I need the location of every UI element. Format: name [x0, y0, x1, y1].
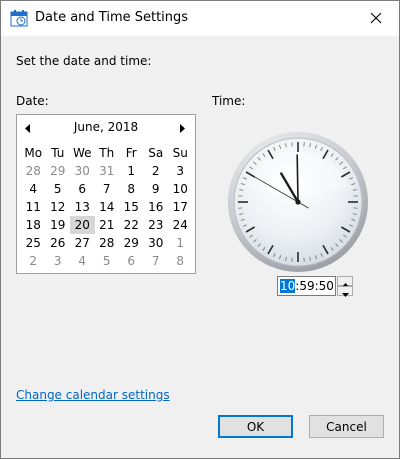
calendar-day[interactable]: 21	[95, 216, 120, 234]
calendar-day[interactable]: 18	[21, 216, 46, 234]
calendar-day[interactable]: 30	[144, 234, 169, 252]
close-button[interactable]	[353, 1, 399, 36]
time-hour-segment[interactable]: 10	[280, 279, 296, 293]
triangle-right-icon	[178, 118, 186, 137]
weekday-header: Tu	[51, 146, 65, 160]
time-label: Time:	[212, 94, 246, 108]
calendar-day[interactable]: 7	[95, 180, 120, 198]
window-title: Date and Time Settings	[35, 10, 189, 25]
clock-minute-hand	[296, 154, 299, 203]
weekday-header: Fr	[125, 146, 137, 160]
analog-clock	[228, 132, 368, 272]
title-bar: Date and Time Settings	[1, 1, 399, 36]
change-calendar-settings-link[interactable]: Change calendar settings	[16, 388, 170, 402]
calendar-day[interactable]: 6	[119, 252, 144, 270]
calendar-day[interactable]: 22	[119, 216, 144, 234]
calendar-day[interactable]: 4	[70, 252, 95, 270]
calendar-day[interactable]: 10	[168, 180, 193, 198]
spin-down-arrow-icon	[341, 282, 349, 301]
calendar-day[interactable]: 4	[21, 180, 46, 198]
calendar-day[interactable]: 27	[70, 234, 95, 252]
cancel-button[interactable]: Cancel	[309, 415, 384, 438]
ok-button[interactable]: OK	[218, 415, 293, 438]
calendar-day[interactable]: 24	[168, 216, 193, 234]
calendar-day[interactable]: 17	[168, 198, 193, 216]
date-time-settings-dialog: Date and Time Settings Set the date and …	[0, 0, 400, 459]
time-spinner	[337, 276, 353, 297]
close-icon	[370, 9, 382, 28]
calendar-day[interactable]: 16	[144, 198, 169, 216]
clock-center-pin	[295, 199, 301, 205]
calendar: June, 2018 Mo Tu We Th Fr Sa Su 28 29 30 31 1 2 3 4 5 6 7…	[16, 114, 196, 274]
calendar-day[interactable]: 3	[46, 252, 71, 270]
calendar-day[interactable]: 9	[144, 180, 169, 198]
calendar-day[interactable]: 31	[95, 162, 120, 180]
dialog-heading: Set the date and time:	[16, 54, 152, 68]
time-rest-segment[interactable]: :59:50	[295, 279, 334, 293]
calendar-day[interactable]: 11	[21, 198, 46, 216]
calendar-day[interactable]: 12	[46, 198, 71, 216]
calendar-month-label[interactable]: June, 2018	[37, 120, 175, 134]
calendar-day[interactable]: 23	[144, 216, 169, 234]
date-time-settings-icon	[10, 9, 28, 27]
next-month-button[interactable]	[175, 120, 189, 134]
calendar-day[interactable]: 29	[119, 234, 144, 252]
weekday-header: Su	[172, 146, 188, 160]
weekday-header: Mo	[24, 146, 43, 160]
calendar-day[interactable]: 3	[168, 162, 193, 180]
previous-month-button[interactable]	[21, 120, 35, 134]
weekday-header: Sa	[148, 146, 164, 160]
calendar-day[interactable]: 29	[46, 162, 71, 180]
dialog-content: Set the date and time: Date: Time: June,…	[1, 36, 399, 458]
time-input[interactable]: 10:59:50	[277, 276, 336, 296]
time-decrement-button[interactable]	[337, 286, 353, 297]
calendar-grid: Mo Tu We Th Fr Sa Su 28 29 30 31 1 2 3 4 5 6 7 8 9 10 11 12 13 1…	[21, 144, 193, 270]
weekday-header: Th	[99, 146, 115, 160]
calendar-day[interactable]: 7	[144, 252, 169, 270]
calendar-day[interactable]: 15	[119, 198, 144, 216]
calendar-day[interactable]: 28	[21, 162, 46, 180]
calendar-day[interactable]: 30	[70, 162, 95, 180]
calendar-day[interactable]: 14	[95, 198, 120, 216]
calendar-day[interactable]: 8	[168, 252, 193, 270]
calendar-day-selected[interactable]: 20	[70, 216, 95, 234]
calendar-day[interactable]: 6	[70, 180, 95, 198]
calendar-day[interactable]: 13	[70, 198, 95, 216]
calendar-day[interactable]: 5	[95, 252, 120, 270]
calendar-day[interactable]: 1	[119, 162, 144, 180]
calendar-day[interactable]: 28	[95, 234, 120, 252]
calendar-day[interactable]: 19	[46, 216, 71, 234]
calendar-day[interactable]: 2	[144, 162, 169, 180]
weekday-header: We	[72, 146, 92, 160]
triangle-left-icon	[24, 118, 32, 137]
calendar-day[interactable]: 5	[46, 180, 71, 198]
calendar-day[interactable]: 8	[119, 180, 144, 198]
calendar-day[interactable]: 25	[21, 234, 46, 252]
calendar-header: June, 2018	[17, 115, 195, 139]
date-label: Date:	[16, 94, 49, 108]
calendar-day[interactable]: 1	[168, 234, 193, 252]
calendar-day[interactable]: 2	[21, 252, 46, 270]
calendar-day[interactable]: 26	[46, 234, 71, 252]
